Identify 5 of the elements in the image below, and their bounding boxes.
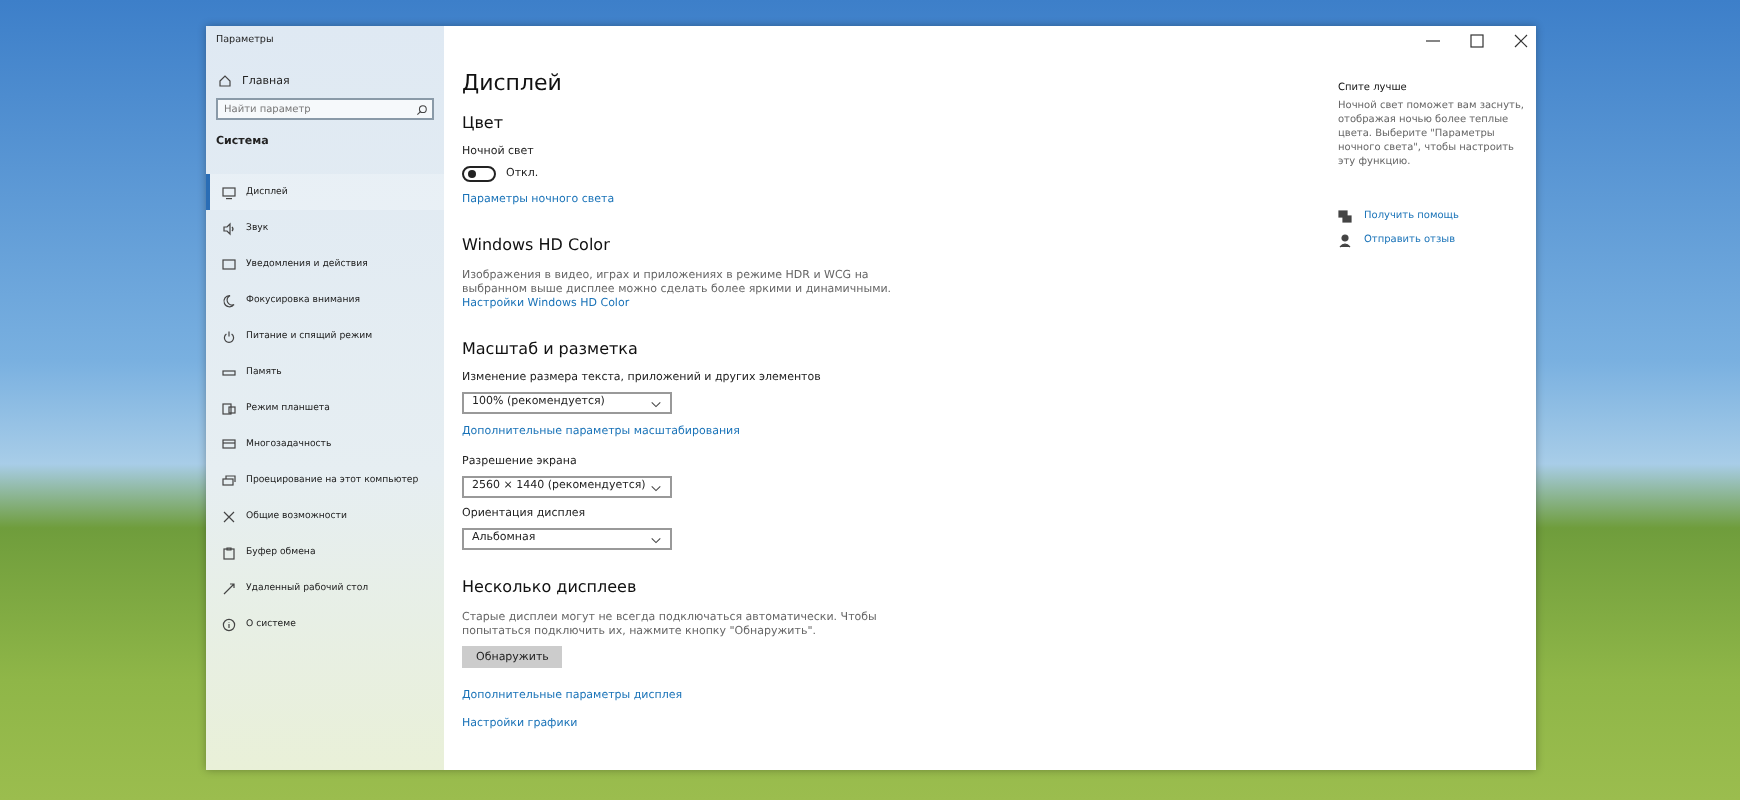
section-heading: Несколько дисплеев <box>462 578 637 598</box>
section-heading: Масштаб и разметка <box>462 340 638 360</box>
section-heading: Windows HD Color <box>462 236 610 256</box>
page-title: Дисплей <box>462 70 562 98</box>
section-heading: Цвет <box>462 114 504 134</box>
